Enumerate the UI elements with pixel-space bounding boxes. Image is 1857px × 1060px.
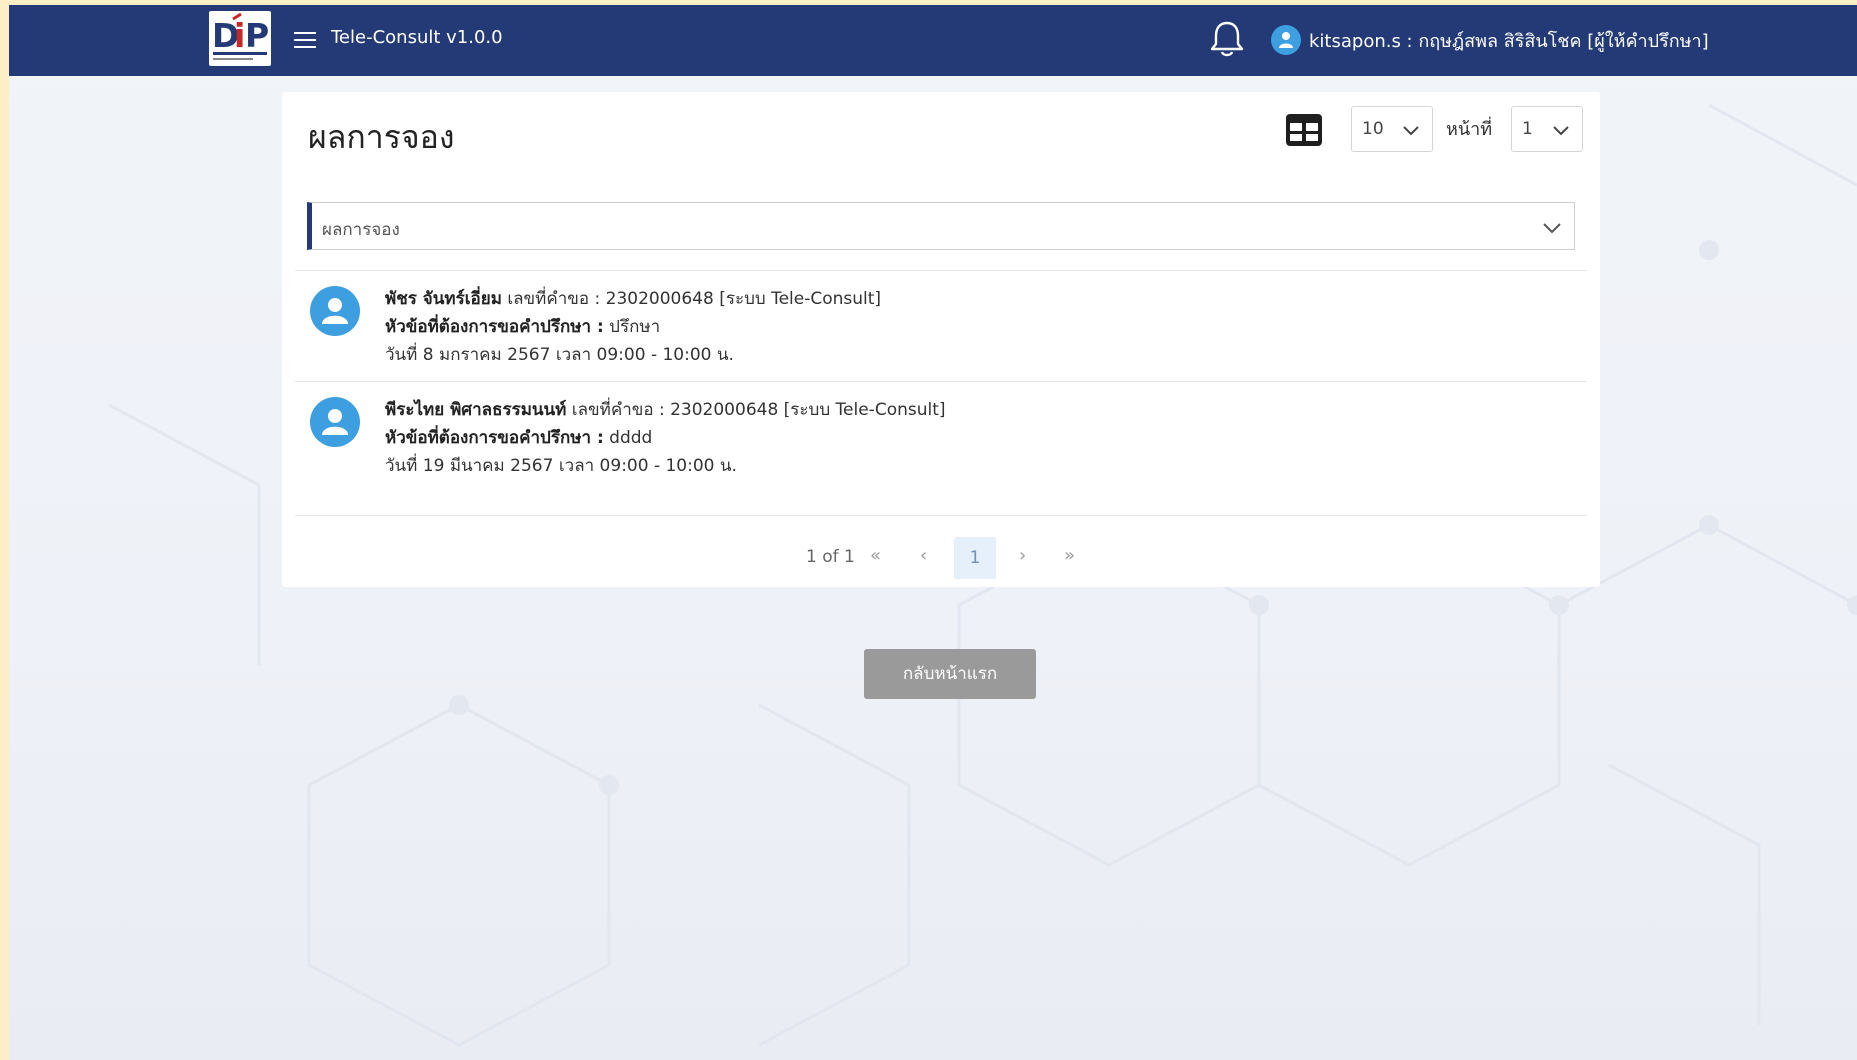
- booking-datetime: วันที่ 8 มกราคม 2567 เวลา 09:00 - 10:00 …: [385, 345, 734, 365]
- menu-toggle-icon[interactable]: [294, 32, 316, 49]
- top-navbar: D i P Tele-Consult v1.0.0 kitsapon.s : ก…: [9, 5, 1857, 76]
- page-number-value: 1: [1522, 119, 1533, 139]
- request-ref: เลขที่คำขอ : 2302000648 [ระบบ Tele-Consu…: [571, 400, 946, 420]
- topic-value: ปรึกษา: [609, 317, 661, 337]
- user-label: kitsapon.s : กฤษฎ์สพล สิริสินโชค [ผู้ให้…: [1309, 30, 1709, 52]
- result-type-filter[interactable]: ผลการจอง: [307, 202, 1575, 250]
- chevron-down-icon: [1553, 126, 1569, 136]
- booking-list-item[interactable]: พีระไทย พิศาลธรรมนนท์ เลขที่คำขอ : 23020…: [295, 382, 1587, 492]
- person-avatar-icon: [310, 286, 360, 336]
- app-title: Tele-Consult v1.0.0: [331, 27, 503, 48]
- dip-logo[interactable]: D i P: [209, 11, 271, 66]
- pagination: 1 of 1 « ‹ 1 › »: [282, 530, 1600, 580]
- logo-icon: D i P: [212, 12, 269, 60]
- svg-text:i: i: [234, 16, 245, 55]
- last-page-button[interactable]: »: [1064, 545, 1075, 566]
- current-page-button[interactable]: 1: [954, 537, 996, 579]
- pagination-summary: 1 of 1: [806, 547, 855, 567]
- grid-view-icon[interactable]: [1286, 114, 1322, 146]
- first-page-button[interactable]: «: [870, 545, 881, 566]
- request-ref: เลขที่คำขอ : 2302000648 [ระบบ Tele-Consu…: [507, 289, 882, 309]
- divider: [295, 515, 1587, 516]
- topic-label: หัวข้อที่ต้องการขอคำปรึกษา :: [385, 428, 604, 448]
- page-size-select[interactable]: 10: [1351, 106, 1433, 152]
- booking-results-card: ผลการจอง 10 หน้าที่ 1 ผลการจอง พัชร จันท…: [282, 92, 1600, 587]
- user-menu[interactable]: kitsapon.s : กฤษฎ์สพล สิริสินโชค [ผู้ให้…: [1271, 25, 1709, 55]
- notification-bell-icon[interactable]: [1205, 17, 1249, 61]
- booking-list-item[interactable]: พัชร จันทร์เอี่ยม เลขที่คำขอ : 230200064…: [295, 271, 1587, 381]
- chevron-down-icon: [1403, 126, 1419, 136]
- back-to-home-button[interactable]: กลับหน้าแรก: [864, 649, 1036, 699]
- next-page-button[interactable]: ›: [1019, 545, 1026, 566]
- user-avatar-icon: [1271, 25, 1301, 55]
- page-title: ผลการจอง: [308, 118, 455, 156]
- person-avatar-icon: [310, 397, 360, 447]
- filter-value: ผลการจอง: [322, 220, 400, 240]
- topic-value: dddd: [609, 428, 653, 448]
- booker-name: พีระไทย พิศาลธรรมนนท์: [385, 400, 567, 420]
- page-number-label: หน้าที่: [1446, 119, 1493, 140]
- prev-page-button[interactable]: ‹: [920, 545, 927, 566]
- booking-datetime: วันที่ 19 มีนาคม 2567 เวลา 09:00 - 10:00…: [385, 456, 737, 476]
- booker-name: พัชร จันทร์เอี่ยม: [385, 289, 502, 309]
- page-number-select[interactable]: 1: [1511, 106, 1583, 152]
- topic-label: หัวข้อที่ต้องการขอคำปรึกษา :: [385, 317, 604, 337]
- chevron-down-icon: [1543, 223, 1561, 234]
- svg-text:P: P: [245, 16, 269, 55]
- page-size-value: 10: [1362, 119, 1384, 139]
